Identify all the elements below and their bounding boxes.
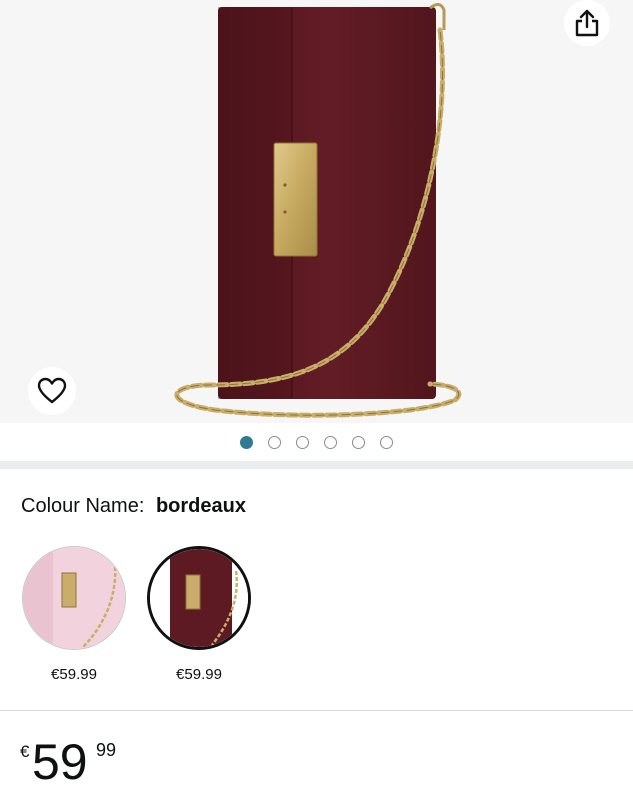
share-icon bbox=[575, 9, 599, 37]
price-fraction: 99 bbox=[96, 740, 117, 760]
colour-name-row: Colour Name: bordeaux bbox=[21, 495, 246, 518]
heart-icon bbox=[37, 377, 67, 404]
favorite-button[interactable] bbox=[28, 367, 76, 415]
pager-dot[interactable] bbox=[352, 435, 365, 449]
price-currency: € bbox=[20, 742, 30, 761]
swatch-bordeaux-image bbox=[150, 549, 248, 647]
price-whole: 59 bbox=[32, 734, 88, 790]
section-divider bbox=[0, 461, 633, 469]
pager-dot[interactable] bbox=[240, 435, 253, 449]
colour-name-label: Colour Name: bbox=[21, 495, 145, 517]
swatch-pink-image bbox=[23, 547, 125, 649]
pager-dot[interactable] bbox=[380, 435, 393, 449]
swatch-pink-price: €59.99 bbox=[51, 666, 97, 683]
divider bbox=[0, 710, 633, 711]
pager-dot[interactable] bbox=[296, 435, 309, 449]
image-pager[interactable] bbox=[0, 423, 633, 461]
colour-name-value: bordeaux bbox=[155, 495, 246, 517]
pager-dot[interactable] bbox=[268, 435, 281, 449]
share-button[interactable] bbox=[564, 0, 610, 46]
product-image-carousel[interactable] bbox=[0, 0, 633, 423]
product-image bbox=[174, 3, 462, 418]
swatch-bordeaux-price: €59.99 bbox=[176, 666, 222, 683]
swatch-pink[interactable] bbox=[22, 546, 126, 650]
pager-dot[interactable] bbox=[324, 435, 337, 449]
swatch-bordeaux[interactable] bbox=[147, 546, 251, 650]
